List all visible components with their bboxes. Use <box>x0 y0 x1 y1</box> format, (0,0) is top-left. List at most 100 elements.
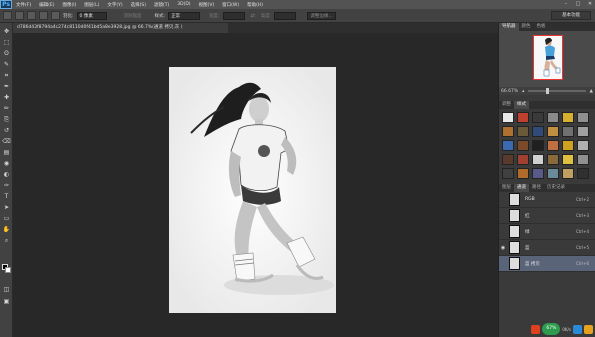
eye-icon[interactable]: ◉ <box>499 245 507 251</box>
tab-paths[interactable]: 路径 <box>529 184 544 192</box>
style-swatch[interactable] <box>517 112 529 123</box>
pen-icon[interactable]: ✑ <box>2 181 11 190</box>
style-select[interactable]: 正常 <box>168 11 201 20</box>
menu-item[interactable]: 3D(D) <box>173 2 194 8</box>
tray-app-icon-orange[interactable] <box>584 324 593 334</box>
channel-row[interactable]: ◉ 蓝 Ctrl+5 <box>499 240 595 256</box>
gradient-icon[interactable]: ▤ <box>2 148 11 157</box>
screen-mode-icon[interactable]: ▣ <box>2 297 11 306</box>
crop-icon[interactable]: ⌗ <box>2 71 11 80</box>
menu-item[interactable]: 选择(S) <box>127 2 150 8</box>
style-swatch[interactable] <box>547 140 559 151</box>
marquee-icon[interactable]: ⬚ <box>2 38 11 47</box>
menu-item[interactable]: 编辑(E) <box>35 2 58 8</box>
workspace-select[interactable]: 基本功能 <box>551 11 591 20</box>
photo-canvas[interactable] <box>169 67 336 313</box>
swap-dimensions-icon[interactable]: ⇄ <box>251 13 255 19</box>
history-brush-icon[interactable]: ↺ <box>2 126 11 135</box>
add-selection-icon[interactable] <box>27 11 36 20</box>
maximize-button[interactable]: □ <box>575 1 581 7</box>
channel-row[interactable]: 红 Ctrl+3 <box>499 208 595 224</box>
style-swatch[interactable] <box>547 154 559 165</box>
style-swatch[interactable] <box>562 140 574 151</box>
menu-item[interactable]: 帮助(H) <box>243 2 267 8</box>
canvas-area[interactable] <box>13 33 498 337</box>
menu-item[interactable]: 窗口(W) <box>218 2 243 8</box>
zoom-value[interactable]: 66.67% <box>501 89 518 94</box>
tab-swatches[interactable]: 色板 <box>534 23 549 31</box>
style-swatch[interactable] <box>532 112 544 123</box>
style-swatch[interactable] <box>532 154 544 165</box>
menu-item[interactable]: 文件(F) <box>12 2 35 8</box>
zoom-icon[interactable]: ⌕ <box>2 236 11 245</box>
style-swatch[interactable] <box>502 140 514 151</box>
type-icon[interactable]: T <box>2 192 11 201</box>
menu-item[interactable]: 文字(Y) <box>103 2 126 8</box>
brush-icon[interactable]: ✏ <box>2 104 11 113</box>
blur-icon[interactable]: ◉ <box>2 159 11 168</box>
style-swatch[interactable] <box>547 168 559 179</box>
style-swatch[interactable] <box>577 126 589 137</box>
subtract-selection-icon[interactable] <box>39 11 48 20</box>
feather-input[interactable]: 0 像素 <box>76 11 107 20</box>
channel-row[interactable]: 绿 Ctrl+4 <box>499 224 595 240</box>
tray-speed-badge[interactable]: 67% <box>542 323 561 335</box>
quick-select-icon[interactable]: ✎ <box>2 60 11 69</box>
tab-adjustments[interactable]: 调整 <box>499 101 514 109</box>
tab-channels[interactable]: 通道 <box>514 184 529 192</box>
style-swatch[interactable] <box>547 112 559 123</box>
path-select-icon[interactable]: ➤ <box>2 203 11 212</box>
refine-edge-button[interactable]: 调整边缘... <box>307 11 336 20</box>
zoom-slider[interactable] <box>528 88 586 94</box>
style-swatch[interactable] <box>502 168 514 179</box>
style-swatch[interactable] <box>502 154 514 165</box>
stamp-icon[interactable]: ⎘ <box>2 115 11 124</box>
eraser-icon[interactable]: ⌫ <box>2 137 11 146</box>
tray-app-icon-red[interactable] <box>531 324 541 334</box>
zoom-out-icon[interactable]: ▴ <box>522 89 524 94</box>
hand-icon[interactable]: ✋ <box>2 225 11 234</box>
zoom-slider-knob[interactable] <box>545 88 549 94</box>
close-button[interactable]: ✕ <box>587 1 593 7</box>
style-swatch[interactable] <box>502 126 514 137</box>
background-color-swatch[interactable] <box>5 267 11 273</box>
menu-item[interactable]: 视图(V) <box>195 2 219 8</box>
height-input[interactable] <box>274 11 297 20</box>
dodge-icon[interactable]: ◐ <box>2 170 11 179</box>
menu-item[interactable]: 图像(I) <box>58 2 80 8</box>
shape-icon[interactable]: ▭ <box>2 214 11 223</box>
style-swatch[interactable] <box>577 154 589 165</box>
width-input[interactable] <box>222 11 245 20</box>
tray-app-icon-blue[interactable] <box>573 324 582 334</box>
style-swatch[interactable] <box>562 126 574 137</box>
menu-item[interactable]: 图层(L) <box>80 2 103 8</box>
style-swatch[interactable] <box>577 140 589 151</box>
tab-color[interactable]: 颜色 <box>519 23 534 31</box>
style-swatch[interactable] <box>562 154 574 165</box>
quick-mask-icon[interactable]: ◫ <box>2 285 11 294</box>
document-tab[interactable]: d786d43f8794a4c274c8110d0f41bd5a8e3928.j… <box>13 23 228 33</box>
style-swatch[interactable] <box>517 140 529 151</box>
style-swatch[interactable] <box>577 112 589 123</box>
eyedropper-icon[interactable]: ✒ <box>2 82 11 91</box>
tab-history[interactable]: 历史记录 <box>544 184 568 192</box>
move-icon[interactable]: ✥ <box>2 27 11 36</box>
channel-row[interactable]: RGB Ctrl+2 <box>499 192 595 208</box>
intersect-selection-icon[interactable] <box>51 11 60 20</box>
style-swatch[interactable] <box>532 126 544 137</box>
style-swatch[interactable] <box>532 168 544 179</box>
marquee-tool-preset-icon[interactable] <box>3 11 12 20</box>
channel-row[interactable]: 蓝 拷贝 Ctrl+6 <box>499 256 595 272</box>
style-swatch[interactable] <box>547 126 559 137</box>
tab-navigator[interactable]: 导航器 <box>499 23 519 31</box>
style-swatch[interactable] <box>562 168 574 179</box>
antialias-checkbox[interactable]: 消除锯齿 <box>124 13 142 19</box>
style-swatch[interactable] <box>577 168 589 179</box>
heal-icon[interactable]: ✚ <box>2 93 11 102</box>
navigator-thumbnail[interactable] <box>533 35 563 80</box>
zoom-in-icon[interactable]: ▲ <box>590 89 593 94</box>
menu-item[interactable]: 滤镜(T) <box>150 2 173 8</box>
tab-layers[interactable]: 图层 <box>499 184 514 192</box>
style-swatch[interactable] <box>532 140 544 151</box>
lasso-icon[interactable]: ʘ <box>2 49 11 58</box>
